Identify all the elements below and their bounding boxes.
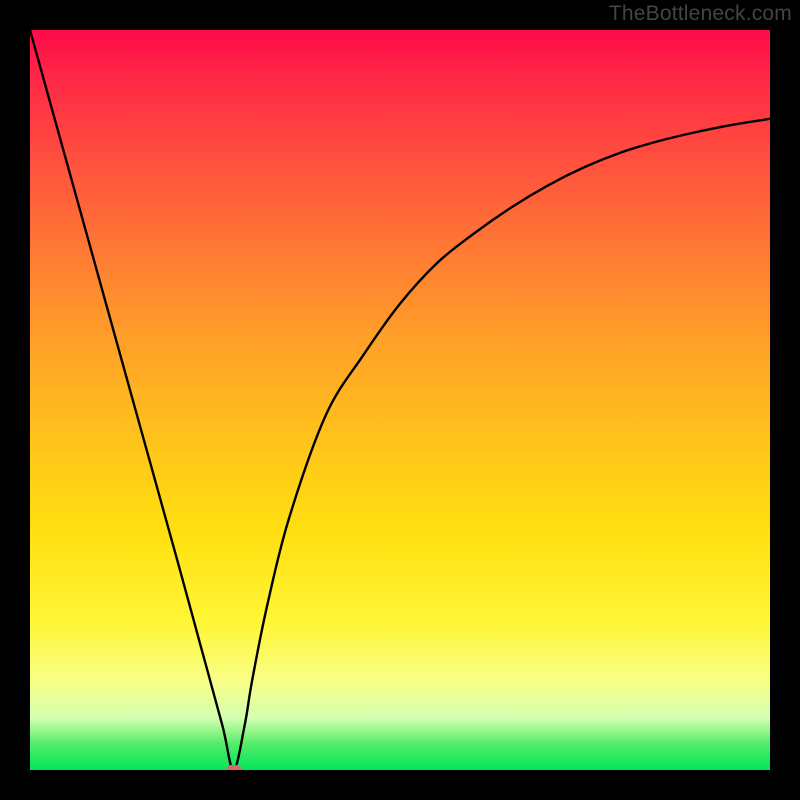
curve-path <box>30 30 770 770</box>
minimum-marker <box>226 765 242 770</box>
watermark-text: TheBottleneck.com <box>609 2 792 26</box>
bottleneck-curve <box>30 30 770 770</box>
chart-frame: TheBottleneck.com <box>0 0 800 800</box>
plot-area <box>30 30 770 770</box>
